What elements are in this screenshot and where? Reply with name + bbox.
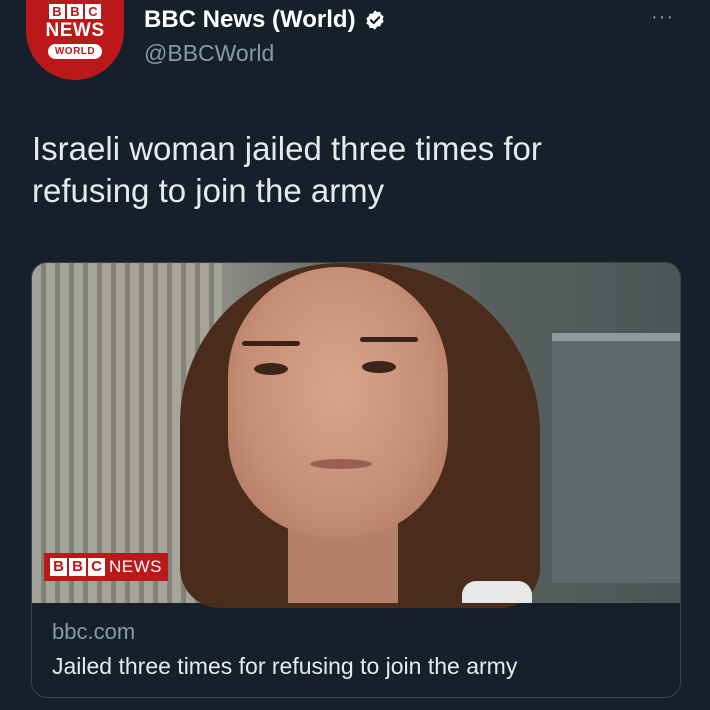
bbc-letter: B — [67, 4, 83, 19]
account-avatar[interactable]: B B C NEWS WORLD — [26, 0, 124, 80]
tweet-text-line: refusing to join the army — [32, 172, 385, 209]
card-domain[interactable]: bbc.com — [52, 619, 135, 645]
portrait-shirt — [462, 581, 532, 603]
portrait-brow — [242, 341, 300, 346]
tweet-text-line: Israeli woman jailed three times for — [32, 130, 542, 167]
portrait-face — [228, 267, 448, 537]
account-name-row[interactable]: BBC News (World) — [144, 6, 386, 34]
bbc-news-badge: B B C NEWS — [44, 553, 168, 581]
badge-news-word: NEWS — [109, 557, 162, 576]
bbc-letter: B — [49, 4, 65, 19]
bbc-letter: C — [85, 4, 101, 19]
link-preview-card[interactable]: B B C NEWS bbc.com Jailed three times fo… — [31, 262, 681, 698]
bbc-letter: B — [69, 558, 86, 576]
tweet-text: Israeli woman jailed three times for ref… — [32, 128, 672, 212]
card-image[interactable]: B B C NEWS — [32, 263, 680, 608]
account-handle[interactable]: @BBCWorld — [144, 40, 274, 67]
portrait-brow — [360, 337, 418, 342]
more-options-icon[interactable]: ··· — [651, 6, 674, 29]
display-name[interactable]: BBC News (World) — [144, 6, 356, 34]
portrait-mouth — [310, 459, 372, 469]
background-panel — [552, 333, 680, 583]
bbc-logo-blocks: B B C — [49, 4, 101, 19]
avatar-world-word: WORLD — [47, 44, 103, 59]
card-title[interactable]: Jailed three times for refusing to join … — [52, 653, 517, 680]
portrait-eye — [254, 363, 288, 375]
verified-badge-icon — [365, 10, 384, 30]
portrait-eye — [362, 361, 396, 373]
avatar-news-word: NEWS — [45, 20, 105, 41]
bbc-letter: C — [88, 558, 105, 576]
bbc-logo-blocks: B B C — [50, 558, 105, 576]
bbc-letter: B — [50, 558, 67, 576]
